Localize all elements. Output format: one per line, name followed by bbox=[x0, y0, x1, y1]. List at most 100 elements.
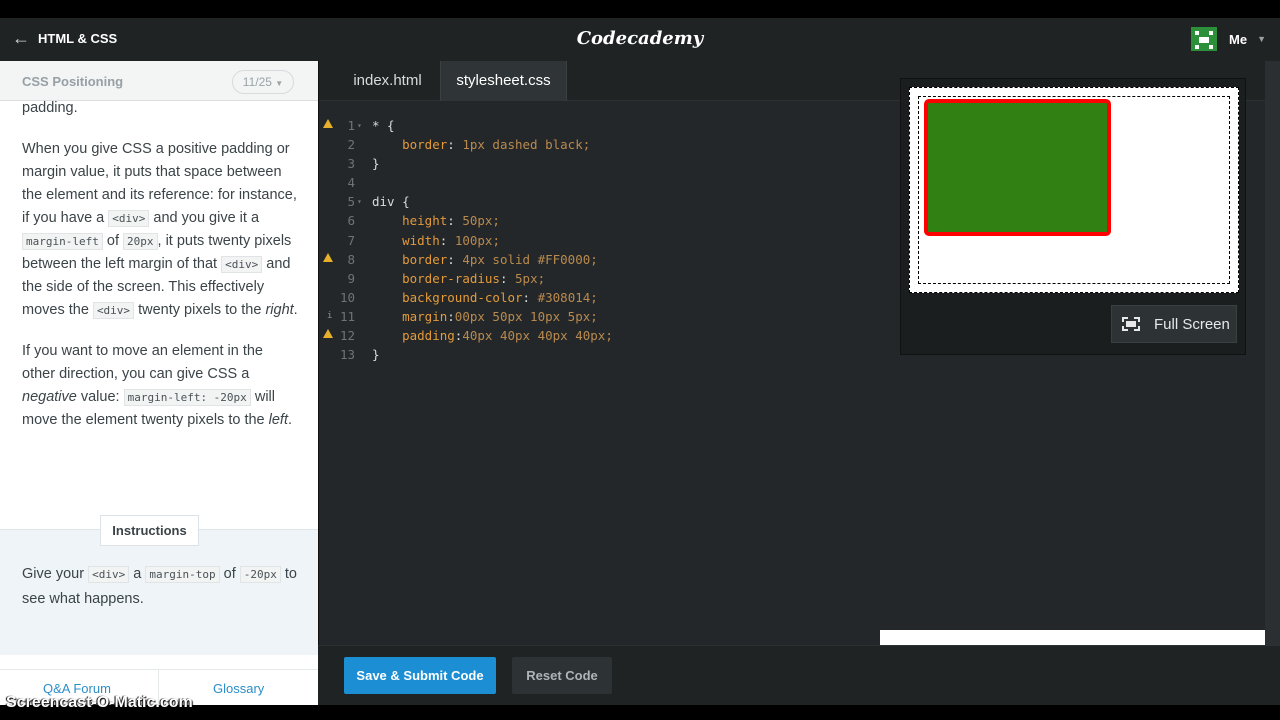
code-line[interactable]: 13} bbox=[319, 345, 879, 364]
full-screen-button[interactable]: Full Screen bbox=[1111, 305, 1237, 343]
inline-code: 20px bbox=[123, 233, 158, 250]
code-text: height: 50px; bbox=[402, 213, 500, 229]
code-text: margin:00px 50px 10px 5px; bbox=[402, 308, 598, 324]
user-menu[interactable]: Me ▼ bbox=[1191, 27, 1266, 51]
inline-code: <div> bbox=[88, 566, 130, 583]
code-line[interactable]: 8 border: 4px solid #FF0000; bbox=[319, 250, 879, 269]
emphasis: left bbox=[268, 412, 288, 428]
action-bar: Save & Submit Code Reset Code bbox=[318, 645, 1280, 705]
lesson-header: CSS Positioning 11/25 ▼ bbox=[0, 61, 318, 101]
code-line[interactable]: 12 padding:40px 40px 40px 40px; bbox=[319, 326, 879, 345]
line-number: 5 bbox=[347, 194, 355, 210]
line-number: 13 bbox=[339, 347, 355, 363]
line-number: 1 bbox=[347, 118, 355, 133]
tab-stylesheet-css[interactable]: stylesheet.css bbox=[440, 61, 567, 101]
code-text: background-color: #308014; bbox=[402, 289, 598, 305]
text: twenty pixels to the bbox=[138, 302, 262, 318]
line-number: 8 bbox=[347, 251, 355, 267]
code-line[interactable]: 10 background-color: #308014; bbox=[319, 288, 879, 307]
text: of bbox=[223, 566, 236, 582]
code-area[interactable]: 1 ▾ * {2 border: 1px dashed black; 3} 4 5 ▾ div… bbox=[319, 116, 879, 364]
preview-frame bbox=[909, 87, 1239, 293]
code-line[interactable]: 7 width: 100px; bbox=[319, 231, 879, 250]
fold-icon[interactable]: ▾ bbox=[357, 116, 362, 135]
code-text: padding:40px 40px 40px 40px; bbox=[402, 328, 613, 344]
caret-down-icon: ▼ bbox=[275, 79, 284, 88]
line-number: 9 bbox=[347, 270, 355, 286]
code-line[interactable]: 2 border: 1px dashed black; bbox=[319, 135, 879, 154]
inline-code: <div> bbox=[221, 256, 263, 273]
line-number: 10 bbox=[339, 289, 355, 305]
inline-code: <div> bbox=[108, 210, 150, 227]
fullscreen-icon bbox=[1122, 317, 1140, 331]
code-editor: index.html stylesheet.css 1 ▾ * {2 border:… bbox=[318, 61, 1280, 645]
preview-green-div bbox=[924, 99, 1111, 236]
code-line[interactable]: i 11 margin:00px 50px 10px 5px; bbox=[319, 307, 879, 326]
line-number: 3 bbox=[347, 156, 355, 172]
line-number: 2 bbox=[347, 137, 355, 153]
code-line[interactable]: 4 bbox=[319, 173, 879, 192]
text: of bbox=[106, 233, 119, 249]
avatar bbox=[1191, 27, 1218, 51]
instructions-label: Instructions bbox=[100, 515, 199, 546]
text: Give your bbox=[22, 566, 85, 582]
line-number: 4 bbox=[347, 175, 355, 191]
inline-code: -20px bbox=[239, 566, 281, 583]
top-strip bbox=[0, 0, 1280, 18]
inline-code: margin-left bbox=[22, 233, 103, 250]
code-text: * { bbox=[372, 118, 395, 133]
line-number: 6 bbox=[347, 213, 355, 229]
watermark: Screencast-O-Matic.com bbox=[6, 694, 193, 711]
code-text: } bbox=[372, 347, 380, 363]
text: and you give it a bbox=[153, 210, 260, 226]
line-number: 12 bbox=[339, 328, 355, 344]
text: If you want to move an element in the ot… bbox=[22, 343, 263, 382]
preview-body bbox=[918, 96, 1230, 284]
text: value: bbox=[80, 389, 120, 405]
code-text: } bbox=[372, 156, 380, 172]
lesson-content: padding. When you give CSS a positive pa… bbox=[22, 97, 298, 450]
user-label: Me bbox=[1229, 31, 1248, 47]
lesson-paragraph: padding. bbox=[22, 97, 298, 120]
code-text: border: 1px dashed black; bbox=[402, 137, 591, 153]
code-text: div { bbox=[372, 194, 410, 210]
lesson-title: CSS Positioning bbox=[22, 74, 124, 89]
glossary-link[interactable]: Glossary bbox=[213, 681, 264, 696]
text: . bbox=[293, 302, 298, 318]
code-line[interactable]: 9 border-radius: 5px; bbox=[319, 269, 879, 288]
codecademy-logo[interactable]: Codecademy bbox=[0, 28, 1280, 49]
code-line[interactable]: 3} bbox=[319, 154, 879, 173]
horizontal-scrollbar[interactable] bbox=[880, 630, 1266, 645]
lesson-paragraph: If you want to move an element in the ot… bbox=[22, 340, 298, 432]
code-text: border: 4px solid #FF0000; bbox=[402, 251, 598, 267]
code-line[interactable]: 5 ▾ div { bbox=[319, 192, 879, 211]
save-submit-button[interactable]: Save & Submit Code bbox=[344, 657, 496, 694]
emphasis: right bbox=[265, 302, 294, 318]
top-header: ← HTML & CSS Codecademy Me ▼ bbox=[0, 18, 1280, 61]
code-text: border-radius: 5px; bbox=[402, 270, 546, 286]
text: . bbox=[287, 412, 293, 428]
text: a bbox=[133, 566, 142, 582]
inline-code: margin-top bbox=[145, 566, 220, 583]
inline-code: margin-left: -20px bbox=[123, 389, 251, 406]
tab-index-html[interactable]: index.html bbox=[335, 61, 440, 101]
lesson-paragraph: When you give CSS a positive padding or … bbox=[22, 138, 298, 322]
fold-icon[interactable]: ▾ bbox=[357, 192, 362, 211]
code-line[interactable]: 6 height: 50px; bbox=[319, 211, 879, 230]
inline-code: <div> bbox=[92, 302, 135, 319]
line-number: 7 bbox=[347, 232, 355, 248]
vertical-scrollbar[interactable] bbox=[1265, 61, 1280, 645]
reset-code-button[interactable]: Reset Code bbox=[512, 657, 612, 694]
app-window: ← HTML & CSS Codecademy Me ▼ CSS Positio… bbox=[0, 0, 1280, 720]
caret-down-icon: ▼ bbox=[1257, 34, 1266, 44]
full-screen-label: Full Screen bbox=[1154, 315, 1230, 333]
emphasis: negative bbox=[22, 389, 77, 405]
progress-dropdown[interactable]: 11/25 ▼ bbox=[232, 70, 294, 94]
code-line[interactable]: 1 ▾ * { bbox=[319, 116, 879, 135]
code-text: width: 100px; bbox=[402, 232, 500, 248]
instructions-text: Give your <div> a margin-top of -20px to… bbox=[22, 562, 298, 611]
line-number: 11 bbox=[339, 308, 355, 324]
progress-label: 11/25 bbox=[242, 75, 272, 89]
text: padding. bbox=[22, 100, 78, 116]
preview-pane: Full Screen bbox=[900, 78, 1246, 355]
